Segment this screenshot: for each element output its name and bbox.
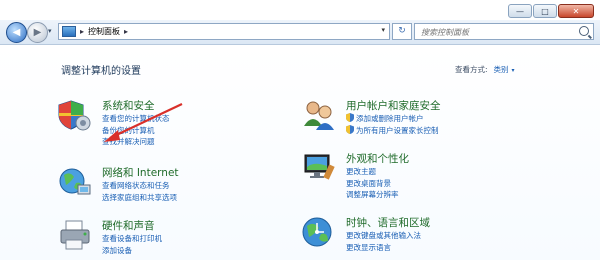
address-bar[interactable]: ▸ 控制面板 ▸ ▾ [58,23,390,40]
link-add-remove-accounts[interactable]: 添加或删除用户帐户 [346,113,439,125]
search-box[interactable] [414,23,594,41]
link-parental-controls[interactable]: 为所有用户设置家长控制 [346,124,439,137]
minimize-button[interactable]: — [508,4,532,18]
uac-shield-icon [346,124,354,134]
annotation-arrow [104,103,183,142]
printer-icon[interactable] [58,218,92,252]
network-globe-icon[interactable] [58,165,92,199]
link-change-display-language[interactable]: 更改显示语言 [346,242,421,254]
page-title: 调整计算机的设置 [61,66,141,77]
uac-shield-icon [346,113,354,122]
control-panel-window: — □ ✕ ◀ ▶ ▾ ▸ 控制面板 ▸ ▾ ↻ 调整计算机的设置 查看方式: 类… [0,0,600,260]
category-heading[interactable]: 硬件和声音 [102,218,155,233]
users-icon[interactable] [302,98,336,132]
search-icon[interactable] [579,26,589,36]
link-devices-printers[interactable]: 查看设备和打印机 [102,233,162,245]
window-caption-buttons: — □ ✕ [508,4,594,18]
main-content: 调整计算机的设置 查看方式:类别▾ 系统和安全 查看您的计算机状态 备份您的计算… [0,45,600,260]
refresh-button[interactable]: ↻ [392,23,412,40]
link-change-keyboard-input[interactable]: 更改键盘或其他输入法 [346,230,421,242]
recent-pages-dropdown[interactable]: ▾ [48,27,52,35]
shield-icon[interactable] [58,98,92,132]
monitor-icon[interactable] [302,151,336,185]
category-heading[interactable]: 外观和个性化 [346,151,409,166]
breadcrumb-separator-after[interactable]: ▸ [124,27,128,36]
forward-button[interactable]: ▶ [27,22,48,43]
search-input[interactable] [415,24,573,41]
maximize-button[interactable]: □ [533,4,557,18]
category-heading[interactable]: 网络和 Internet [102,165,179,180]
link-change-desktop-background[interactable]: 更改桌面背景 [346,178,399,190]
category-heading[interactable]: 时钟、语言和区域 [346,215,430,230]
address-dropdown-icon[interactable]: ▾ [381,26,385,34]
breadcrumb-separator[interactable]: ▸ [80,27,84,36]
back-button[interactable]: ◀ [6,22,27,43]
breadcrumb-control-panel[interactable]: 控制面板 [88,26,120,37]
link-view-network-status[interactable]: 查看网络状态和任务 [102,180,177,192]
category-heading[interactable]: 用户帐户和家庭安全 [346,98,441,113]
close-button[interactable]: ✕ [558,4,594,18]
clock-globe-icon[interactable] [302,215,336,249]
view-by: 查看方式: 类别 ▾ [455,64,515,75]
navigation-bar: ◀ ▶ ▾ ▸ 控制面板 ▸ ▾ ↻ [0,20,600,45]
link-homegroup-sharing[interactable]: 选择家庭组和共享选项 [102,192,177,204]
control-panel-icon [62,26,76,37]
view-by-label: 查看方式: [455,65,488,74]
link-add-remove-accounts-label[interactable]: 添加或删除用户帐户 [356,114,424,123]
link-add-device[interactable]: 添加设备 [102,245,162,257]
chevron-down-icon[interactable]: ▾ [512,67,515,74]
view-by-dropdown[interactable]: 类别 [494,65,509,74]
link-adjust-resolution[interactable]: 调整屏幕分辨率 [346,189,399,201]
link-change-theme[interactable]: 更改主题 [346,166,399,178]
link-parental-controls-label[interactable]: 为所有用户设置家长控制 [356,126,439,135]
